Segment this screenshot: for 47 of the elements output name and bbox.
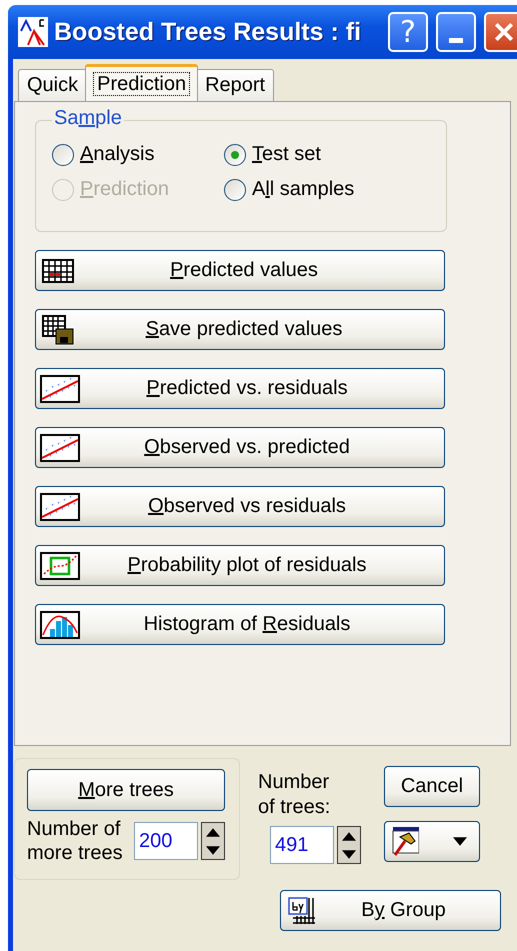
close-icon — [493, 21, 515, 43]
scatterplot-icon — [40, 434, 80, 462]
more-trees-button[interactable]: More trees — [27, 769, 225, 811]
action-button[interactable]: Histogram of Residuals — [35, 604, 445, 645]
radio-button[interactable] — [52, 144, 74, 166]
spin-buttons[interactable] — [201, 822, 225, 860]
close-button[interactable] — [484, 12, 517, 52]
action-button[interactable]: Predicted vs. residuals — [35, 368, 445, 409]
action-button[interactable]: Probability plot of residuals — [35, 545, 445, 586]
radio-button[interactable] — [224, 178, 246, 200]
tab[interactable]: Quick — [18, 69, 88, 101]
histogram-icon — [40, 610, 80, 638]
cancel-button[interactable]: Cancel — [384, 766, 480, 807]
hammer-icon — [391, 826, 419, 856]
radio-label: Analysis — [80, 143, 154, 166]
radio-label: Prediction — [80, 178, 169, 201]
tree-diagram-icon — [18, 17, 48, 47]
number-field[interactable]: 200 — [134, 822, 198, 860]
probability-plot-icon — [40, 552, 80, 580]
radio-label: Test set — [252, 143, 321, 166]
spin-buttons[interactable] — [337, 826, 361, 864]
spreadsheet-icon — [42, 258, 74, 282]
options-dropdown-button[interactable] — [384, 821, 480, 862]
scatterplot-icon — [40, 374, 80, 402]
action-button[interactable]: Save predicted values — [35, 309, 445, 350]
radio-label: All samples — [252, 178, 354, 201]
radio-option[interactable]: Test set — [224, 143, 414, 166]
radio-option[interactable]: Analysis — [52, 143, 224, 166]
field-label: Number of trees: — [258, 770, 332, 820]
field-label: Number of more trees — [27, 817, 124, 865]
action-button[interactable]: Observed vs residuals — [35, 486, 445, 527]
minimize-button[interactable] — [436, 12, 476, 52]
caret-icon — [453, 837, 467, 846]
by-group-icon — [287, 896, 317, 926]
tab[interactable]: Report — [196, 69, 274, 101]
action-button[interactable]: Observed vs. predicted — [35, 427, 445, 468]
tab[interactable]: Prediction — [85, 64, 198, 101]
radio-option[interactable]: All samples — [224, 178, 414, 201]
help-button[interactable]: ? — [388, 12, 428, 52]
by-group-button[interactable]: By Group — [280, 890, 501, 931]
scatterplot-icon — [40, 492, 80, 520]
number-field[interactable]: 491 — [270, 826, 334, 864]
action-button[interactable]: Predicted values — [35, 250, 445, 291]
spreadsheet-disk-icon — [42, 314, 74, 344]
window-title: Boosted Trees Results : fi — [54, 18, 362, 46]
group-title: Sample — [52, 107, 124, 130]
radio-button[interactable] — [224, 144, 246, 166]
